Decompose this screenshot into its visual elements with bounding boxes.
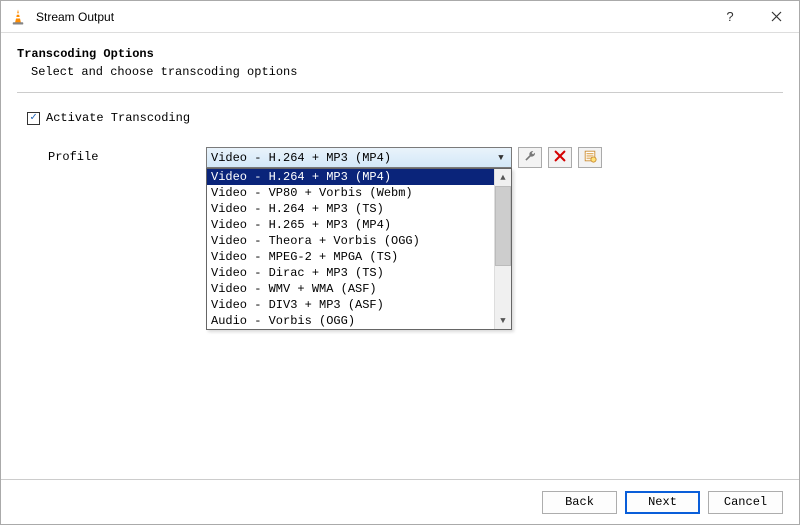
profile-option[interactable]: Video - H.264 + MP3 (MP4) [207,169,494,185]
next-button[interactable]: Next [625,491,700,514]
profile-selected-value: Video - H.264 + MP3 (MP4) [211,151,391,165]
profile-option[interactable]: Video - Theora + Vorbis (OGG) [207,233,494,249]
window-title: Stream Output [36,10,707,24]
profile-option[interactable]: Video - MPEG-2 + MPGA (TS) [207,249,494,265]
vlc-cone-icon [9,8,27,26]
section-title: Transcoding Options [17,47,783,61]
checkbox-icon: ✓ [27,112,40,125]
new-profile-button[interactable] [578,147,602,168]
wrench-icon [523,149,537,167]
chevron-down-icon: ▼ [493,149,509,166]
content-area: Transcoding Options Select and choose tr… [1,33,799,168]
titlebar: Stream Output ? [1,1,799,33]
separator [17,92,783,93]
back-button[interactable]: Back [542,491,617,514]
profile-option[interactable]: Audio - Vorbis (OGG) [207,313,494,329]
activate-transcoding-checkbox[interactable]: ✓ Activate Transcoding [27,111,783,125]
footer: Back Next Cancel [1,479,799,524]
x-icon [553,149,567,167]
close-button[interactable] [753,1,799,33]
cancel-button[interactable]: Cancel [708,491,783,514]
profile-option[interactable]: Video - VP80 + Vorbis (Webm) [207,185,494,201]
profile-option[interactable]: Video - Dirac + MP3 (TS) [207,265,494,281]
checkbox-label: Activate Transcoding [46,111,190,125]
profile-option[interactable]: Video - DIV3 + MP3 (ASF) [207,297,494,313]
edit-profile-button[interactable] [518,147,542,168]
section-subtitle: Select and choose transcoding options [31,65,783,79]
help-button[interactable]: ? [707,1,753,33]
scroll-up-icon[interactable]: ▲ [495,169,511,186]
profile-label: Profile [48,147,206,164]
dropdown-scrollbar[interactable]: ▲ ▼ [494,169,511,329]
profile-option-list: Video - H.264 + MP3 (MP4)Video - VP80 + … [207,169,494,329]
scroll-down-icon[interactable]: ▼ [495,312,511,329]
scroll-track [495,266,511,312]
scroll-thumb[interactable] [495,186,511,266]
profile-option[interactable]: Video - H.264 + MP3 (TS) [207,201,494,217]
profile-option[interactable]: Video - H.265 + MP3 (MP4) [207,217,494,233]
profile-dropdown: Video - H.264 + MP3 (MP4)Video - VP80 + … [206,168,512,330]
profile-option[interactable]: Video - WMV + WMA (ASF) [207,281,494,297]
delete-profile-button[interactable] [548,147,572,168]
profile-row: Profile Video - H.264 + MP3 (MP4) ▼ Vide… [48,147,783,168]
profile-combobox[interactable]: Video - H.264 + MP3 (MP4) ▼ [206,147,512,168]
new-profile-icon [583,149,597,167]
